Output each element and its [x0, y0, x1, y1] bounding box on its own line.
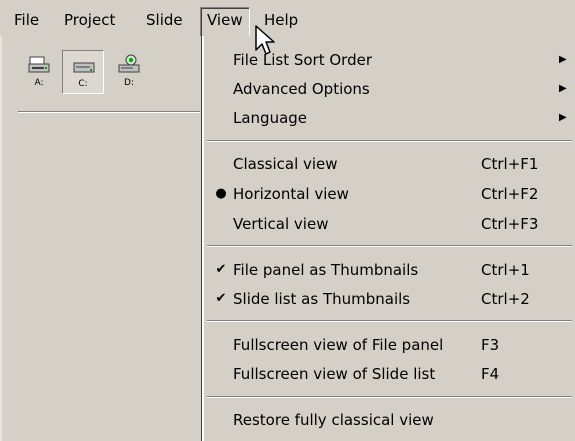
menu-project[interactable]: Project [58, 8, 121, 32]
menu-item-shortcut: F3 [481, 336, 500, 354]
menu-separator [207, 140, 572, 142]
menu-separator [207, 245, 572, 247]
menu-item-language[interactable]: Language ▶ [203, 104, 575, 132]
hard-drive-icon [73, 62, 95, 73]
menu-separator [207, 320, 572, 322]
menu-separator [207, 396, 572, 398]
menu-view[interactable]: View [200, 7, 250, 36]
menu-item-label: Classical view [233, 155, 338, 173]
submenu-arrow-icon: ▶ [559, 83, 567, 94]
menu-file[interactable]: File [8, 8, 45, 32]
menu-item-vertical-view[interactable]: Vertical view Ctrl+F3 [203, 210, 575, 238]
menu-item-fullscreen-file-panel[interactable]: Fullscreen view of File panel F3 [203, 331, 575, 359]
menu-item-label: Language [233, 109, 308, 127]
menu-item-label: Fullscreen view of Slide list [233, 365, 436, 383]
toolbar-divider [18, 111, 200, 113]
menu-item-file-panel-thumbnails[interactable]: ✔ File panel as Thumbnails Ctrl+1 [203, 256, 575, 284]
menu-item-label: Horizontal view [233, 185, 349, 203]
radio-bullet-icon: ● [215, 186, 227, 201]
checkmark-icon: ✔ [215, 262, 227, 277]
menu-item-label: Restore fully classical view [233, 411, 434, 429]
menu-item-label: Fullscreen view of File panel [233, 336, 444, 354]
menu-item-label: Slide list as Thumbnails [233, 290, 411, 308]
menu-item-label: File panel as Thumbnails [233, 261, 419, 279]
drive-d-label: D: [124, 78, 134, 88]
menu-item-shortcut: F4 [481, 365, 500, 383]
menu-item-shortcut: Ctrl+2 [481, 290, 530, 308]
checkmark-icon: ✔ [215, 291, 227, 306]
drive-c-button[interactable]: C: [62, 50, 104, 94]
menu-item-fullscreen-slide-list[interactable]: Fullscreen view of Slide list F4 [203, 360, 575, 388]
menu-item-advanced-options[interactable]: Advanced Options ▶ [203, 75, 575, 103]
menu-item-shortcut: Ctrl+1 [481, 261, 530, 279]
menu-bar: File Project Slide View Help [0, 0, 575, 36]
drive-a-label: A: [34, 78, 44, 88]
mouse-pointer-icon [255, 25, 275, 55]
menu-item-restore-classical-view[interactable]: Restore fully classical view [203, 406, 575, 434]
drive-c-label: C: [78, 79, 88, 89]
menu-item-shortcut: Ctrl+F2 [481, 185, 539, 203]
menu-item-shortcut: Ctrl+F1 [481, 155, 539, 173]
view-menu-dropdown: File List Sort Order ▶ Advanced Options … [202, 36, 575, 441]
menu-slide[interactable]: Slide [140, 8, 189, 32]
menu-item-label: Advanced Options [233, 80, 370, 98]
drive-a-button[interactable]: A: [18, 50, 60, 94]
menu-item-slide-list-thumbnails[interactable]: ✔ Slide list as Thumbnails Ctrl+2 [203, 285, 575, 313]
menu-item-classical-view[interactable]: Classical view Ctrl+F1 [203, 150, 575, 178]
menu-item-horizontal-view[interactable]: ● Horizontal view Ctrl+F2 [203, 180, 575, 208]
menu-item-label: Vertical view [233, 215, 329, 233]
submenu-arrow-icon: ▶ [559, 112, 567, 123]
floppy-drive-icon [28, 56, 50, 73]
drive-toolbar: A: C: D: [14, 50, 204, 98]
menu-item-shortcut: Ctrl+F3 [481, 215, 539, 233]
submenu-arrow-icon: ▶ [559, 54, 567, 65]
cd-drive-icon [118, 54, 140, 73]
drive-d-button[interactable]: D: [108, 50, 150, 94]
window-edge [0, 36, 2, 441]
